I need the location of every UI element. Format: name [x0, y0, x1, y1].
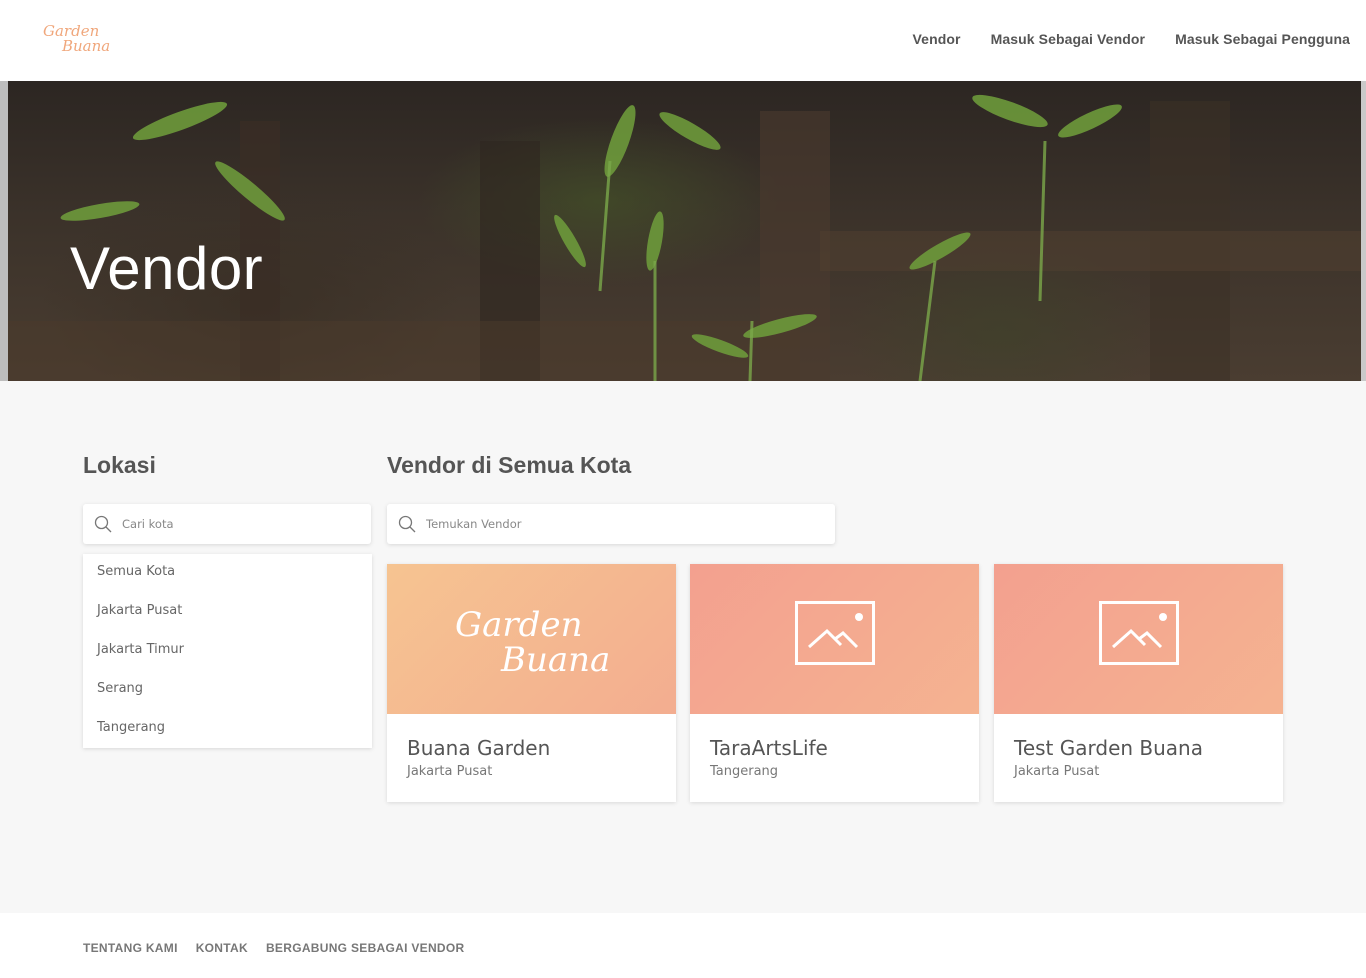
vendor-card[interactable]: Test Garden Buana Jakarta Pusat	[994, 564, 1283, 802]
brand-logo[interactable]: Garden Buana	[42, 20, 114, 58]
vendor-card-name: TaraArtsLife	[710, 736, 828, 760]
vendor-card-city: Tangerang	[710, 764, 779, 779]
vendor-search-input[interactable]	[426, 504, 824, 544]
footer: TENTANG KAMI KONTAK BERGABUNG SEBAGAI VE…	[0, 913, 1366, 978]
vendor-card[interactable]: TaraArtsLife Tangerang	[690, 564, 979, 802]
city-item-serang[interactable]: Serang	[97, 681, 143, 696]
logo-text-line1: Garden	[455, 605, 583, 645]
vendor-card-name: Buana Garden	[407, 736, 551, 760]
main-nav: Vendor Masuk Sebagai Vendor Masuk Sebaga…	[913, 31, 1350, 47]
vendor-card[interactable]: Garden Buana Buana Garden Jakarta Pusat	[387, 564, 676, 802]
footer-link-contact[interactable]: KONTAK	[196, 941, 248, 955]
hero-edge-right	[1361, 81, 1366, 381]
vendor-card-city: Jakarta Pusat	[1014, 764, 1100, 779]
garden-buana-logo: Garden Buana	[387, 564, 676, 714]
city-item-tangerang[interactable]: Tangerang	[97, 720, 165, 735]
image-placeholder-icon	[795, 601, 875, 665]
hero-edge-left	[0, 81, 8, 381]
nav-link-login-vendor[interactable]: Masuk Sebagai Vendor	[991, 31, 1146, 47]
city-search	[83, 504, 371, 544]
footer-link-about[interactable]: TENTANG KAMI	[83, 941, 178, 955]
footer-links: TENTANG KAMI KONTAK BERGABUNG SEBAGAI VE…	[83, 941, 465, 955]
nav-link-vendor[interactable]: Vendor	[913, 31, 961, 47]
hero-seedlings-image	[0, 94, 1366, 381]
footer-link-join-vendor[interactable]: BERGABUNG SEBAGAI VENDOR	[266, 941, 465, 955]
image-placeholder-icon	[1099, 601, 1179, 665]
vendor-card-image	[994, 564, 1283, 714]
location-heading: Lokasi	[83, 452, 156, 478]
city-item-semua-kota[interactable]: Semua Kota	[97, 564, 175, 579]
search-icon	[398, 515, 416, 533]
city-search-input[interactable]	[122, 504, 360, 544]
vendor-search	[387, 504, 835, 544]
hero-banner: Vendor	[0, 81, 1366, 381]
page-title: Vendor	[70, 235, 264, 302]
vendor-card-image	[690, 564, 979, 714]
city-item-jakarta-timur[interactable]: Jakarta Timur	[97, 642, 184, 657]
logo-text-line2: Buana	[501, 640, 611, 680]
city-item-jakarta-pusat[interactable]: Jakarta Pusat	[97, 603, 182, 618]
vendor-section-heading: Vendor di Semua Kota	[387, 452, 632, 478]
vendor-card-image: Garden Buana	[387, 564, 676, 714]
vendor-card-name: Test Garden Buana	[1014, 736, 1203, 760]
vendor-card-city: Jakarta Pusat	[407, 764, 493, 779]
search-icon	[94, 515, 112, 533]
nav-link-login-user[interactable]: Masuk Sebagai Pengguna	[1175, 31, 1350, 47]
brand-logo-line2: Buana	[62, 37, 111, 55]
top-navbar: Garden Buana Vendor Masuk Sebagai Vendor…	[0, 0, 1366, 81]
city-list: Semua Kota Jakarta Pusat Jakarta Timur S…	[83, 554, 372, 748]
